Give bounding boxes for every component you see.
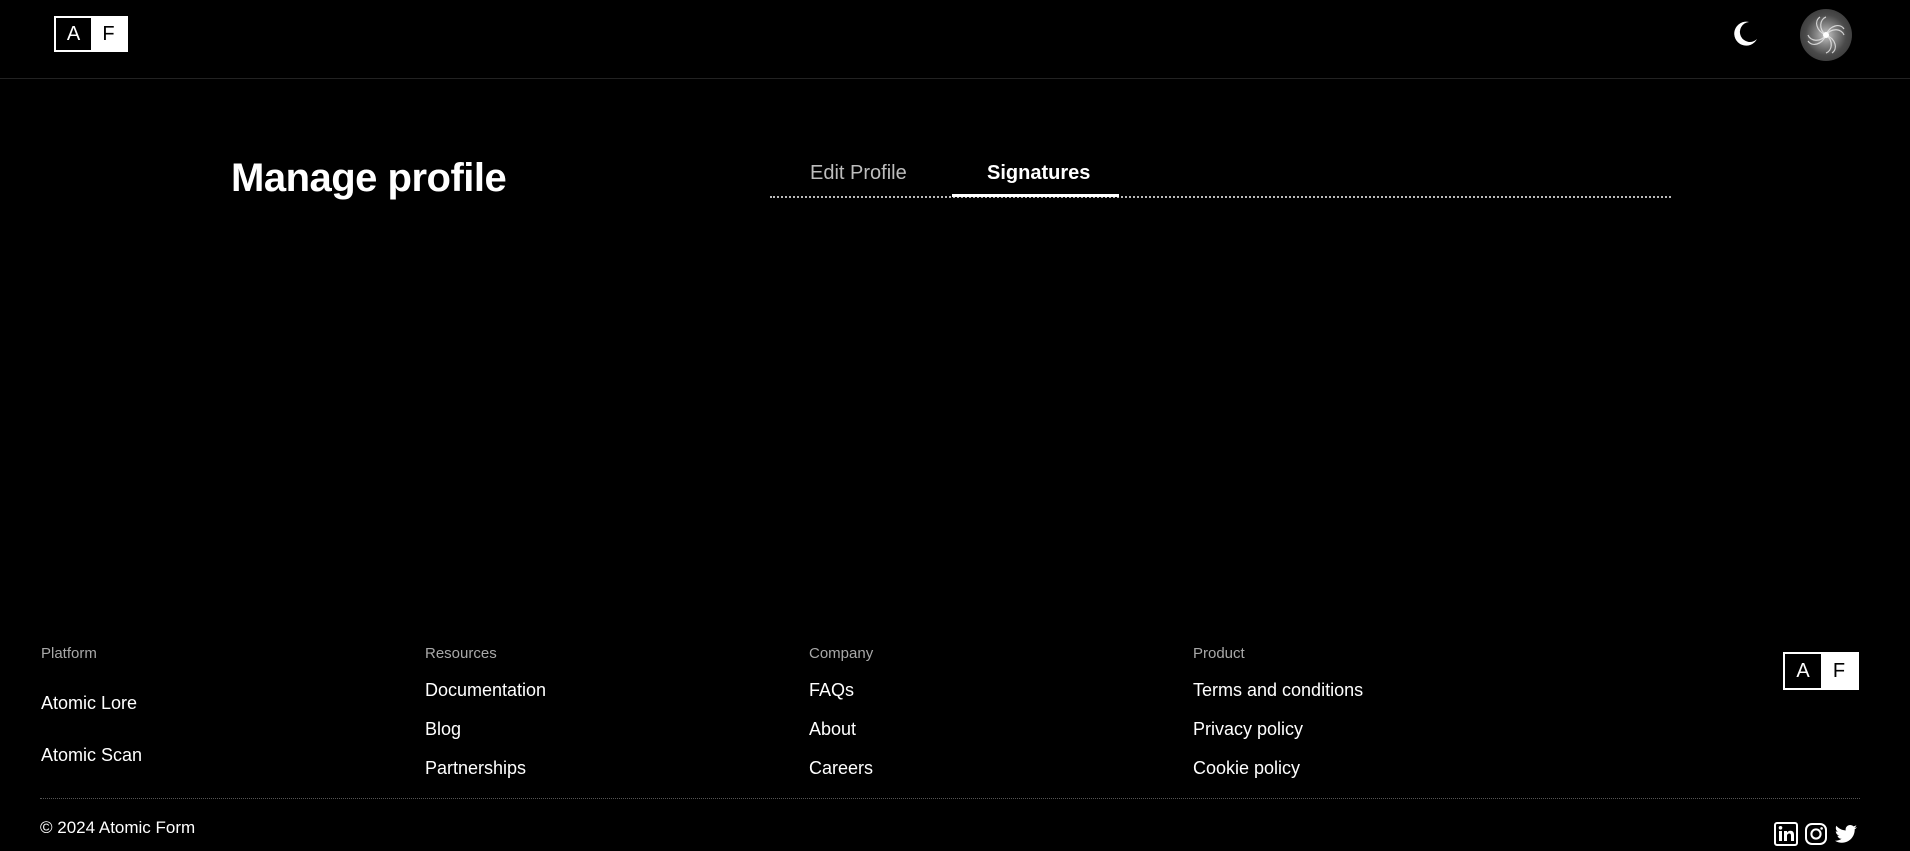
footer-logo-letter-a: A (1785, 654, 1821, 688)
tab-signatures[interactable]: Signatures (987, 162, 1090, 185)
footer-link-partnerships[interactable]: Partnerships (425, 758, 526, 779)
footer-heading-company: Company (809, 645, 874, 662)
logo[interactable]: A F (54, 16, 128, 52)
footer-link-atomic-lore[interactable]: Atomic Lore (41, 693, 137, 714)
footer-link-blog[interactable]: Blog (425, 719, 461, 740)
footer-link-cookie[interactable]: Cookie policy (1193, 758, 1300, 779)
footer-link-careers[interactable]: Careers (809, 758, 873, 779)
footer-heading-resources: Resources (425, 645, 497, 662)
page-title: Manage profile (231, 156, 507, 200)
footer-link-atomic-scan[interactable]: Atomic Scan (41, 745, 142, 766)
logo-letter-f: F (91, 18, 126, 50)
instagram-icon[interactable] (1804, 822, 1828, 846)
footer-logo[interactable]: A F (1783, 652, 1859, 690)
footer-link-documentation[interactable]: Documentation (425, 680, 546, 701)
logo-letter-a: A (56, 18, 91, 50)
footer-logo-letter-f: F (1821, 654, 1857, 688)
avatar[interactable] (1800, 9, 1852, 61)
footer-heading-product: Product (1193, 645, 1245, 662)
footer-heading-platform: Platform (41, 645, 97, 662)
footer-link-about[interactable]: About (809, 719, 856, 740)
footer-divider (40, 798, 1860, 799)
active-tab-indicator (952, 194, 1119, 197)
tab-edit-profile[interactable]: Edit Profile (810, 162, 907, 185)
linkedin-icon[interactable] (1774, 822, 1798, 846)
copyright: © 2024 Atomic Form (40, 818, 196, 837)
profile-tabs: Edit Profile Signatures (770, 150, 1671, 198)
footer-link-privacy[interactable]: Privacy policy (1193, 719, 1303, 740)
top-header: A F (0, 0, 1910, 79)
twitter-icon[interactable] (1834, 822, 1858, 846)
moon-icon[interactable] (1730, 18, 1760, 48)
footer-link-terms[interactable]: Terms and conditions (1193, 680, 1363, 701)
footer-link-faqs[interactable]: FAQs (809, 680, 854, 701)
